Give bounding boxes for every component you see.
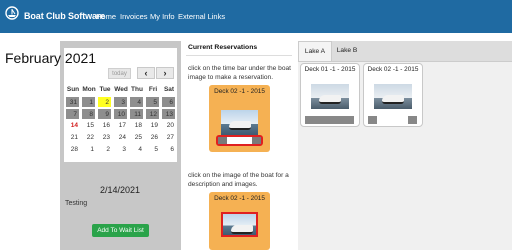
- calendar-day[interactable]: 25: [129, 132, 144, 144]
- boat-icon: [319, 95, 341, 104]
- divider: [186, 55, 292, 56]
- current-reservations-title: Current Reservations: [188, 44, 258, 51]
- boat-card: Deck 01 -1 - 2015: [300, 63, 360, 127]
- weekday-header: Fri: [148, 86, 158, 93]
- calendar-day[interactable]: 22: [81, 132, 96, 144]
- calendar-day[interactable]: 3: [113, 96, 128, 108]
- nav-home[interactable]: Home: [96, 12, 116, 21]
- instruction-boat-image: click on the image of the boat for a des…: [188, 172, 289, 188]
- add-to-wait-list-button[interactable]: Add To Wait List: [92, 224, 149, 237]
- prev-month-button[interactable]: ‹: [137, 67, 155, 79]
- calendar-day[interactable]: 10: [113, 108, 128, 120]
- calendar-day[interactable]: 3: [113, 144, 128, 156]
- boat-icon: [229, 121, 251, 130]
- calendar-day[interactable]: 9: [97, 108, 112, 120]
- weekday-header: Sat: [163, 86, 175, 93]
- time-bar[interactable]: [305, 116, 354, 124]
- time-bar-slot[interactable]: [305, 116, 354, 124]
- boat-image[interactable]: [374, 84, 412, 109]
- calendar-day[interactable]: 20: [161, 120, 176, 132]
- calendar-day[interactable]: 6: [161, 144, 176, 156]
- calendar-day[interactable]: 2: [97, 144, 112, 156]
- boat-card: Deck 02 -1 - 2015: [363, 63, 423, 127]
- reservation-card-title: Deck 02 -1 - 2015: [214, 88, 265, 95]
- weekday-header: Sun: [66, 86, 80, 93]
- time-bar[interactable]: [216, 135, 263, 146]
- calendar-day[interactable]: 24: [113, 132, 128, 144]
- calendar-day[interactable]: 11: [129, 108, 144, 120]
- user-name-label: Testing: [65, 200, 88, 207]
- time-bar-slot[interactable]: [218, 137, 227, 144]
- tab-lake-a[interactable]: Lake A: [298, 41, 332, 61]
- calendar-day[interactable]: 4: [129, 144, 144, 156]
- weekday-header: Mon: [82, 86, 96, 93]
- calendar-day[interactable]: 12: [145, 108, 160, 120]
- calendar-day[interactable]: 28: [65, 144, 80, 156]
- calendar-day[interactable]: 26: [145, 132, 160, 144]
- nav-invoices[interactable]: Invoices: [120, 12, 148, 21]
- time-bar[interactable]: [368, 116, 417, 124]
- tab-lake-b[interactable]: Lake B: [332, 41, 362, 61]
- next-month-button[interactable]: ›: [156, 67, 174, 79]
- calendar-day[interactable]: 27: [161, 132, 176, 144]
- nav-my-info[interactable]: My Info: [150, 12, 175, 21]
- calendar-day[interactable]: 19: [145, 120, 160, 132]
- weekday-header: Thu: [131, 86, 143, 93]
- calendar-day[interactable]: 17: [113, 120, 128, 132]
- calendar-day[interactable]: 5: [145, 96, 160, 108]
- brand-title[interactable]: Boat Club Software: [24, 11, 105, 21]
- calendar-day[interactable]: 7: [65, 108, 80, 120]
- calendar-day[interactable]: 18: [129, 120, 144, 132]
- weekday-header: Wed: [114, 86, 128, 93]
- weekday-header: Tue: [99, 86, 111, 93]
- reservation-card: Deck 02 -1 - 2015: [209, 85, 270, 152]
- boat-image[interactable]: [311, 84, 349, 109]
- top-navbar: Boat Club Software Home Invoices My Info…: [0, 0, 512, 33]
- today-button[interactable]: today: [108, 68, 131, 79]
- calendar-day[interactable]: 23: [97, 132, 112, 144]
- calendar-day[interactable]: 31: [65, 96, 80, 108]
- boat-icon: [382, 95, 404, 104]
- boat-card-title: Deck 02 -1 - 2015: [367, 66, 419, 73]
- boat-club-logo-icon: [5, 6, 19, 20]
- calendar-day[interactable]: 16: [97, 120, 112, 132]
- time-bar-slot[interactable]: [252, 137, 261, 144]
- reservation-card: Deck 02 -1 - 2015: [209, 192, 270, 250]
- selected-date-label: 2/14/2021: [100, 185, 141, 195]
- time-bar-slot[interactable]: [408, 116, 417, 124]
- boat-image[interactable]: [221, 212, 258, 237]
- nav-external-links[interactable]: External Links: [178, 12, 225, 21]
- time-bar-slot[interactable]: [368, 116, 377, 124]
- boat-card-title: Deck 01 -1 - 2015: [304, 66, 356, 73]
- instruction-time-bar: click on the time bar under the boat ima…: [188, 65, 291, 81]
- boat-image[interactable]: [221, 110, 258, 135]
- boat-icon: [231, 225, 253, 234]
- calendar-day[interactable]: 4: [129, 96, 144, 108]
- reservation-card-title: Deck 02 -1 - 2015: [214, 195, 265, 202]
- calendar-day[interactable]: 1: [81, 96, 96, 108]
- calendar-day-today[interactable]: 14: [65, 120, 80, 132]
- calendar-day[interactable]: 8: [81, 108, 96, 120]
- calendar-day[interactable]: 6: [161, 96, 176, 108]
- calendar-day[interactable]: 1: [81, 144, 96, 156]
- calendar-title: February 2021: [5, 50, 97, 66]
- calendar-day-selected[interactable]: 2: [97, 96, 112, 108]
- calendar-day[interactable]: 5: [145, 144, 160, 156]
- calendar-day[interactable]: 21: [65, 132, 80, 144]
- calendar-day[interactable]: 15: [81, 120, 96, 132]
- calendar-day[interactable]: 13: [161, 108, 176, 120]
